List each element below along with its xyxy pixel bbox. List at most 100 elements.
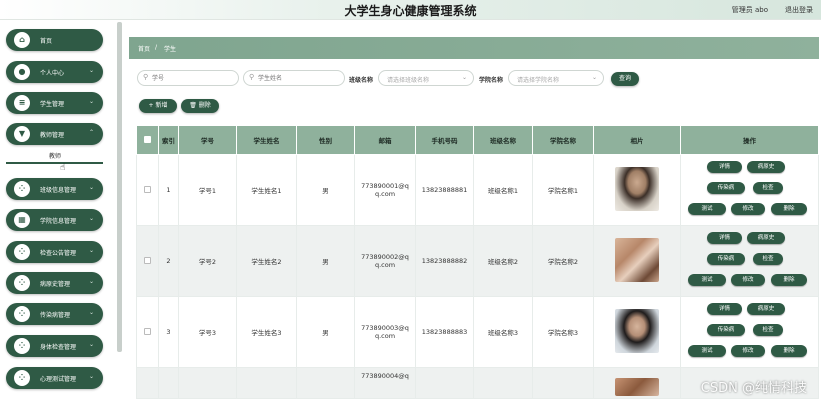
app-title: 大学生身心健康管理系统 xyxy=(344,4,477,18)
column-header: 操作 xyxy=(680,125,819,155)
sidebar-item-label: 首页 xyxy=(40,38,53,45)
checkup-button[interactable]: 检查 xyxy=(753,253,783,265)
student-no-search[interactable]: ⚲ xyxy=(137,70,239,86)
row-actions: 详情 病原史 传染病 检查 测试 修改 删除 xyxy=(684,302,815,362)
breadcrumb-home[interactable]: 首页 xyxy=(138,44,150,53)
cell-class: 班级名称2 xyxy=(473,225,533,297)
edit-button[interactable]: 修改 xyxy=(731,203,765,215)
checkup-button[interactable]: 检查 xyxy=(753,182,783,194)
chevron-down-icon: ⌄ xyxy=(88,67,94,74)
student-photo[interactable] xyxy=(615,309,659,353)
bulk-delete-button[interactable]: 🗑 删除 xyxy=(181,99,219,113)
checkup-button[interactable]: 检查 xyxy=(753,324,783,336)
student-name-search[interactable]: ⚲ xyxy=(243,70,345,86)
college-select[interactable]: 请选择学院名称 ⌄ xyxy=(508,70,604,86)
row-checkbox[interactable] xyxy=(144,185,151,193)
chevron-down-icon: ⌄ xyxy=(88,278,94,285)
sidebar-item-personal-center[interactable]: ● 个人中心 ⌄ xyxy=(6,61,103,83)
sidebar-item-label: 教师管理 xyxy=(40,132,65,139)
class-select[interactable]: 请选择班级名称 ⌄ xyxy=(378,70,474,86)
college-label: 学院名称 xyxy=(479,77,504,84)
chevron-down-icon: ⌄ xyxy=(88,341,94,348)
cell-email: 773890001@qq.com xyxy=(354,154,416,226)
breadcrumb: 首页 / 学生 xyxy=(129,37,819,59)
cell-student-no: 学号1 xyxy=(178,154,237,226)
cell-class xyxy=(473,367,533,399)
student-name-input[interactable] xyxy=(258,73,338,83)
infectious-button[interactable]: 传染病 xyxy=(707,182,745,194)
table-row: 2 学号2 学生姓名2 男 773890002@qq.com 138238888… xyxy=(136,225,819,297)
sidebar-item-class-info[interactable]: ⁘ 班级信息管理 ⌄ xyxy=(6,178,103,200)
cell-name: 学生姓名3 xyxy=(236,296,297,368)
sidebar-item-college-info[interactable]: ▦ 学院信息管理 ⌄ xyxy=(6,209,103,231)
sidebar-item-label: 身体检查管理 xyxy=(40,344,77,351)
cell-email: 773890003@qq.com xyxy=(354,296,416,368)
sidebar-item-infectious[interactable]: ⁘ 传染病管理 ⌄ xyxy=(6,303,103,325)
cell-gender xyxy=(296,367,355,399)
delete-button[interactable]: 删除 xyxy=(771,274,807,286)
detail-button[interactable]: 详情 xyxy=(707,232,742,244)
cell-phone xyxy=(415,367,474,399)
student-photo[interactable] xyxy=(615,167,659,211)
select-all-checkbox[interactable] xyxy=(144,135,151,143)
column-header: 邮箱 xyxy=(354,125,416,155)
class-label: 班级名称 xyxy=(349,77,374,84)
cell-gender: 男 xyxy=(296,296,355,368)
column-header: 班级名称 xyxy=(473,125,533,155)
search-button[interactable]: 查询 xyxy=(611,72,639,86)
sidebar-item-check-notice[interactable]: ⁘ 检查公告管理 ⌄ xyxy=(6,241,103,263)
cell-phone: 13823888883 xyxy=(415,296,474,368)
column-header: 学号 xyxy=(178,125,237,155)
edit-button[interactable]: 修改 xyxy=(731,345,765,357)
sidebar-item-physical-check[interactable]: ⁘ 身体检查管理 ⌄ xyxy=(6,335,103,357)
logout-link[interactable]: 退出登录 xyxy=(785,5,813,15)
column-header: 手机号码 xyxy=(415,125,474,155)
sidebar-item-label: 传染病管理 xyxy=(40,312,71,319)
row-checkbox[interactable] xyxy=(144,327,151,335)
table-header-row: 索引 学号 学生姓名 性别 邮箱 手机号码 班级名称 学院名称 相片 操作 xyxy=(136,125,819,155)
grid-icon: ⁘ xyxy=(14,306,30,322)
sidebar-item-teachers[interactable]: ▼ 教师管理 ⌃ xyxy=(6,123,103,145)
submenu-item-teacher[interactable]: 教师 xyxy=(6,148,103,164)
cell-student-no xyxy=(178,367,237,399)
test-button[interactable]: 测试 xyxy=(688,274,726,286)
test-button[interactable]: 测试 xyxy=(688,203,726,215)
filter-icon: ▼ xyxy=(14,126,30,142)
edit-button[interactable]: 修改 xyxy=(731,274,765,286)
sidebar-item-label: 班级信息管理 xyxy=(40,187,77,194)
cell-gender: 男 xyxy=(296,154,355,226)
delete-button[interactable]: 删除 xyxy=(771,203,807,215)
cell-name xyxy=(236,367,297,399)
sidebar-item-home[interactable]: ⌂ 首页 xyxy=(6,29,103,51)
disease-history-button[interactable]: 病原史 xyxy=(747,303,785,315)
grid-icon: ⁘ xyxy=(14,181,30,197)
grid-icon: ⁘ xyxy=(14,338,30,354)
class-select-placeholder: 请选择班级名称 xyxy=(387,77,430,84)
delete-button[interactable]: 删除 xyxy=(771,345,807,357)
cell-name: 学生姓名1 xyxy=(236,154,297,226)
infectious-button[interactable]: 传染病 xyxy=(707,253,745,265)
sidebar-item-disease-history[interactable]: ⁘ 病原史管理 ⌄ xyxy=(6,272,103,294)
home-icon: ⌂ xyxy=(14,32,30,48)
add-button[interactable]: + 新增 xyxy=(139,99,177,113)
sidebar-item-label: 学生管理 xyxy=(40,101,65,108)
sidebar-item-students[interactable]: ≡ 学生管理 ⌄ xyxy=(6,92,103,114)
infectious-button[interactable]: 传染病 xyxy=(707,324,745,336)
row-checkbox[interactable] xyxy=(144,256,151,264)
student-no-input[interactable] xyxy=(152,73,232,83)
chevron-down-icon: ⌄ xyxy=(88,373,94,380)
sidebar-scrollbar[interactable] xyxy=(117,22,122,352)
chevron-down-icon: ⌄ xyxy=(591,74,597,81)
detail-button[interactable]: 详情 xyxy=(707,303,742,315)
column-header: 相片 xyxy=(593,125,681,155)
student-photo[interactable] xyxy=(615,238,659,282)
detail-button[interactable]: 详情 xyxy=(707,161,742,173)
test-button[interactable]: 测试 xyxy=(688,345,726,357)
student-photo[interactable] xyxy=(615,378,659,396)
disease-history-button[interactable]: 病原史 xyxy=(747,161,785,173)
chevron-down-icon: ⌄ xyxy=(88,247,94,254)
row-actions: 详情 病原史 传染病 检查 测试 修改 删除 xyxy=(684,231,815,291)
sidebar-item-psych-test[interactable]: ⁘ 心理测试管理 ⌄ xyxy=(6,367,103,389)
disease-history-button[interactable]: 病原史 xyxy=(747,232,785,244)
column-header: 性别 xyxy=(296,125,355,155)
